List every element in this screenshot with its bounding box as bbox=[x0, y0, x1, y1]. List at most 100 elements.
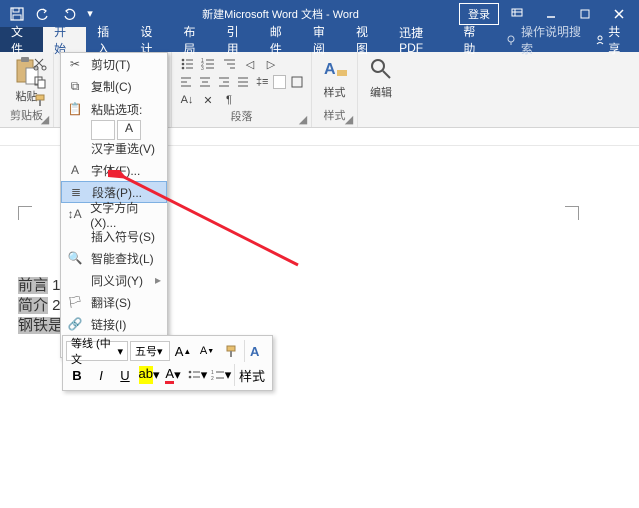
undo-button[interactable] bbox=[32, 3, 54, 25]
sort[interactable]: A↓ bbox=[178, 92, 196, 108]
align-left[interactable] bbox=[178, 74, 194, 90]
cut-button[interactable] bbox=[31, 56, 49, 72]
text-direction-icon: ↕A bbox=[67, 206, 82, 222]
search-placeholder: 操作说明搜索 bbox=[521, 23, 584, 57]
menu-smart-lookup[interactable]: 🔍智能查找(L) bbox=[61, 247, 167, 269]
submenu-arrow-icon: ▸ bbox=[155, 273, 161, 287]
numbering[interactable]: 123 bbox=[199, 56, 217, 72]
mini-italic[interactable]: I bbox=[90, 364, 112, 386]
redo-button[interactable] bbox=[58, 3, 80, 25]
multilevel-list[interactable] bbox=[220, 56, 238, 72]
mini-styles[interactable]: A bbox=[244, 340, 269, 362]
mini-format-painter[interactable] bbox=[220, 340, 242, 362]
tab-design[interactable]: 设计 bbox=[129, 27, 172, 52]
tab-mailings[interactable]: 邮件 bbox=[259, 27, 302, 52]
numbering-icon: 123 bbox=[201, 57, 215, 71]
mini-shrink-font[interactable]: A▼ bbox=[196, 340, 218, 362]
launcher-paragraph[interactable]: ◢ bbox=[298, 114, 308, 124]
tab-file[interactable]: 文件 bbox=[0, 27, 43, 52]
mini-font-name[interactable]: 等线 (中文▾ bbox=[66, 341, 128, 361]
mini-font-size[interactable]: 五号▾ bbox=[130, 341, 170, 361]
show-marks[interactable]: ¶ bbox=[220, 92, 238, 108]
menu-insert-symbol[interactable]: 插入符号(S) bbox=[61, 225, 167, 247]
editing-button[interactable]: 编辑 bbox=[364, 54, 398, 102]
menu-font[interactable]: A字体(F)... bbox=[61, 159, 167, 181]
mini-underline[interactable]: U bbox=[114, 364, 136, 386]
page-corner-tr bbox=[565, 206, 579, 220]
copy-button[interactable] bbox=[31, 74, 49, 90]
brush-icon bbox=[224, 344, 238, 358]
copy-icon: ⧉ bbox=[67, 78, 83, 94]
font-a-icon: A bbox=[67, 162, 83, 178]
group-styles: A 样式 样式 ◢ bbox=[312, 52, 358, 127]
clipboard-icon: 📋 bbox=[67, 101, 83, 117]
group-clipboard: 粘贴 剪贴板 ◢ bbox=[0, 52, 54, 127]
svg-text:2: 2 bbox=[211, 376, 214, 382]
menu-cut[interactable]: ✂剪切(T) bbox=[61, 53, 167, 75]
lightbulb-icon bbox=[505, 34, 515, 46]
menu-link[interactable]: 🔗链接(I) bbox=[61, 313, 167, 335]
tab-insert[interactable]: 插入 bbox=[86, 27, 129, 52]
shading[interactable] bbox=[273, 75, 286, 89]
mini-font-color[interactable]: A▾ bbox=[162, 364, 184, 386]
share-icon bbox=[594, 34, 604, 46]
svg-text:A: A bbox=[250, 344, 260, 359]
paste-keep-source[interactable] bbox=[91, 120, 115, 140]
save-button[interactable] bbox=[6, 3, 28, 25]
search-icon: 🔍 bbox=[67, 250, 83, 266]
tab-review[interactable]: 审阅 bbox=[302, 27, 345, 52]
ribbon-tabs: 文件 开始 插入 设计 布局 引用 邮件 审阅 视图 迅捷PDF 帮助 操作说明… bbox=[0, 27, 639, 52]
share-button[interactable]: 共享 bbox=[584, 23, 639, 57]
styles-icon: A bbox=[249, 343, 265, 359]
mini-bold[interactable]: B bbox=[66, 364, 88, 386]
menu-text-direction[interactable]: ↕A文字方向(X)... bbox=[61, 203, 167, 225]
menu-paste-options: 📋 粘贴选项: A bbox=[61, 97, 167, 137]
mini-styles-label[interactable]: 样式 bbox=[234, 364, 269, 386]
brush-icon bbox=[33, 93, 47, 107]
menu-translate[interactable]: 🏳翻译(S) bbox=[61, 291, 167, 313]
paste-text-only[interactable]: A bbox=[117, 120, 141, 140]
quick-access-toolbar: ▾ bbox=[0, 3, 102, 25]
launcher-styles[interactable]: ◢ bbox=[344, 114, 354, 124]
styles-button[interactable]: A 样式 bbox=[318, 54, 351, 102]
bullets-icon bbox=[180, 57, 194, 71]
window-title: 新建Microsoft Word 文档 - Word bbox=[102, 6, 459, 22]
login-button[interactable]: 登录 bbox=[459, 3, 499, 25]
context-menu: ✂剪切(T) ⧉复制(C) 📋 粘贴选项: A 汉字重选(V) A字体(F)..… bbox=[60, 52, 168, 358]
mini-toolbar: 等线 (中文▾ 五号▾ A▲ A▼ A B I U ab▾ A▾ ▾ 12▾ 样… bbox=[62, 335, 273, 391]
justify[interactable] bbox=[235, 74, 251, 90]
tab-pdf[interactable]: 迅捷PDF bbox=[388, 27, 452, 52]
tab-view[interactable]: 视图 bbox=[345, 27, 388, 52]
styles-icon: A bbox=[322, 56, 348, 82]
group-editing: 编辑 bbox=[358, 52, 404, 127]
tab-home[interactable]: 开始 bbox=[43, 27, 86, 52]
menu-hanzi-reselect[interactable]: 汉字重选(V) bbox=[61, 137, 167, 159]
mini-numbering[interactable]: 12▾ bbox=[210, 364, 232, 386]
mini-grow-font[interactable]: A▲ bbox=[172, 340, 194, 362]
mini-highlight[interactable]: ab▾ bbox=[138, 364, 160, 386]
align-center[interactable] bbox=[197, 74, 213, 90]
mini-bullets[interactable]: ▾ bbox=[186, 364, 208, 386]
svg-text:A: A bbox=[324, 61, 336, 78]
increase-indent[interactable]: ▷ bbox=[262, 56, 280, 72]
menu-copy[interactable]: ⧉复制(C) bbox=[61, 75, 167, 97]
qat-customize[interactable]: ▾ bbox=[84, 3, 96, 25]
decrease-indent[interactable]: ◁ bbox=[241, 56, 259, 72]
paragraph-icon: ≣ bbox=[68, 184, 84, 200]
tab-help[interactable]: 帮助 bbox=[452, 27, 495, 52]
find-icon bbox=[368, 56, 394, 82]
copy-icon bbox=[33, 75, 47, 89]
line-spacing[interactable]: ‡≡ bbox=[254, 74, 270, 90]
tell-me-search[interactable]: 操作说明搜索 bbox=[505, 23, 583, 57]
format-painter-button[interactable] bbox=[31, 92, 49, 108]
asian-layout[interactable]: ✕ bbox=[199, 92, 217, 108]
group-label-paragraph: 段落 bbox=[178, 108, 305, 126]
tab-layout[interactable]: 布局 bbox=[173, 27, 216, 52]
bullets[interactable] bbox=[178, 56, 196, 72]
link-icon: 🔗 bbox=[67, 316, 83, 332]
launcher-clipboard[interactable]: ◢ bbox=[40, 114, 50, 124]
align-right[interactable] bbox=[216, 74, 232, 90]
borders[interactable] bbox=[289, 74, 305, 90]
tab-references[interactable]: 引用 bbox=[216, 27, 259, 52]
menu-synonyms[interactable]: 同义词(Y)▸ bbox=[61, 269, 167, 291]
